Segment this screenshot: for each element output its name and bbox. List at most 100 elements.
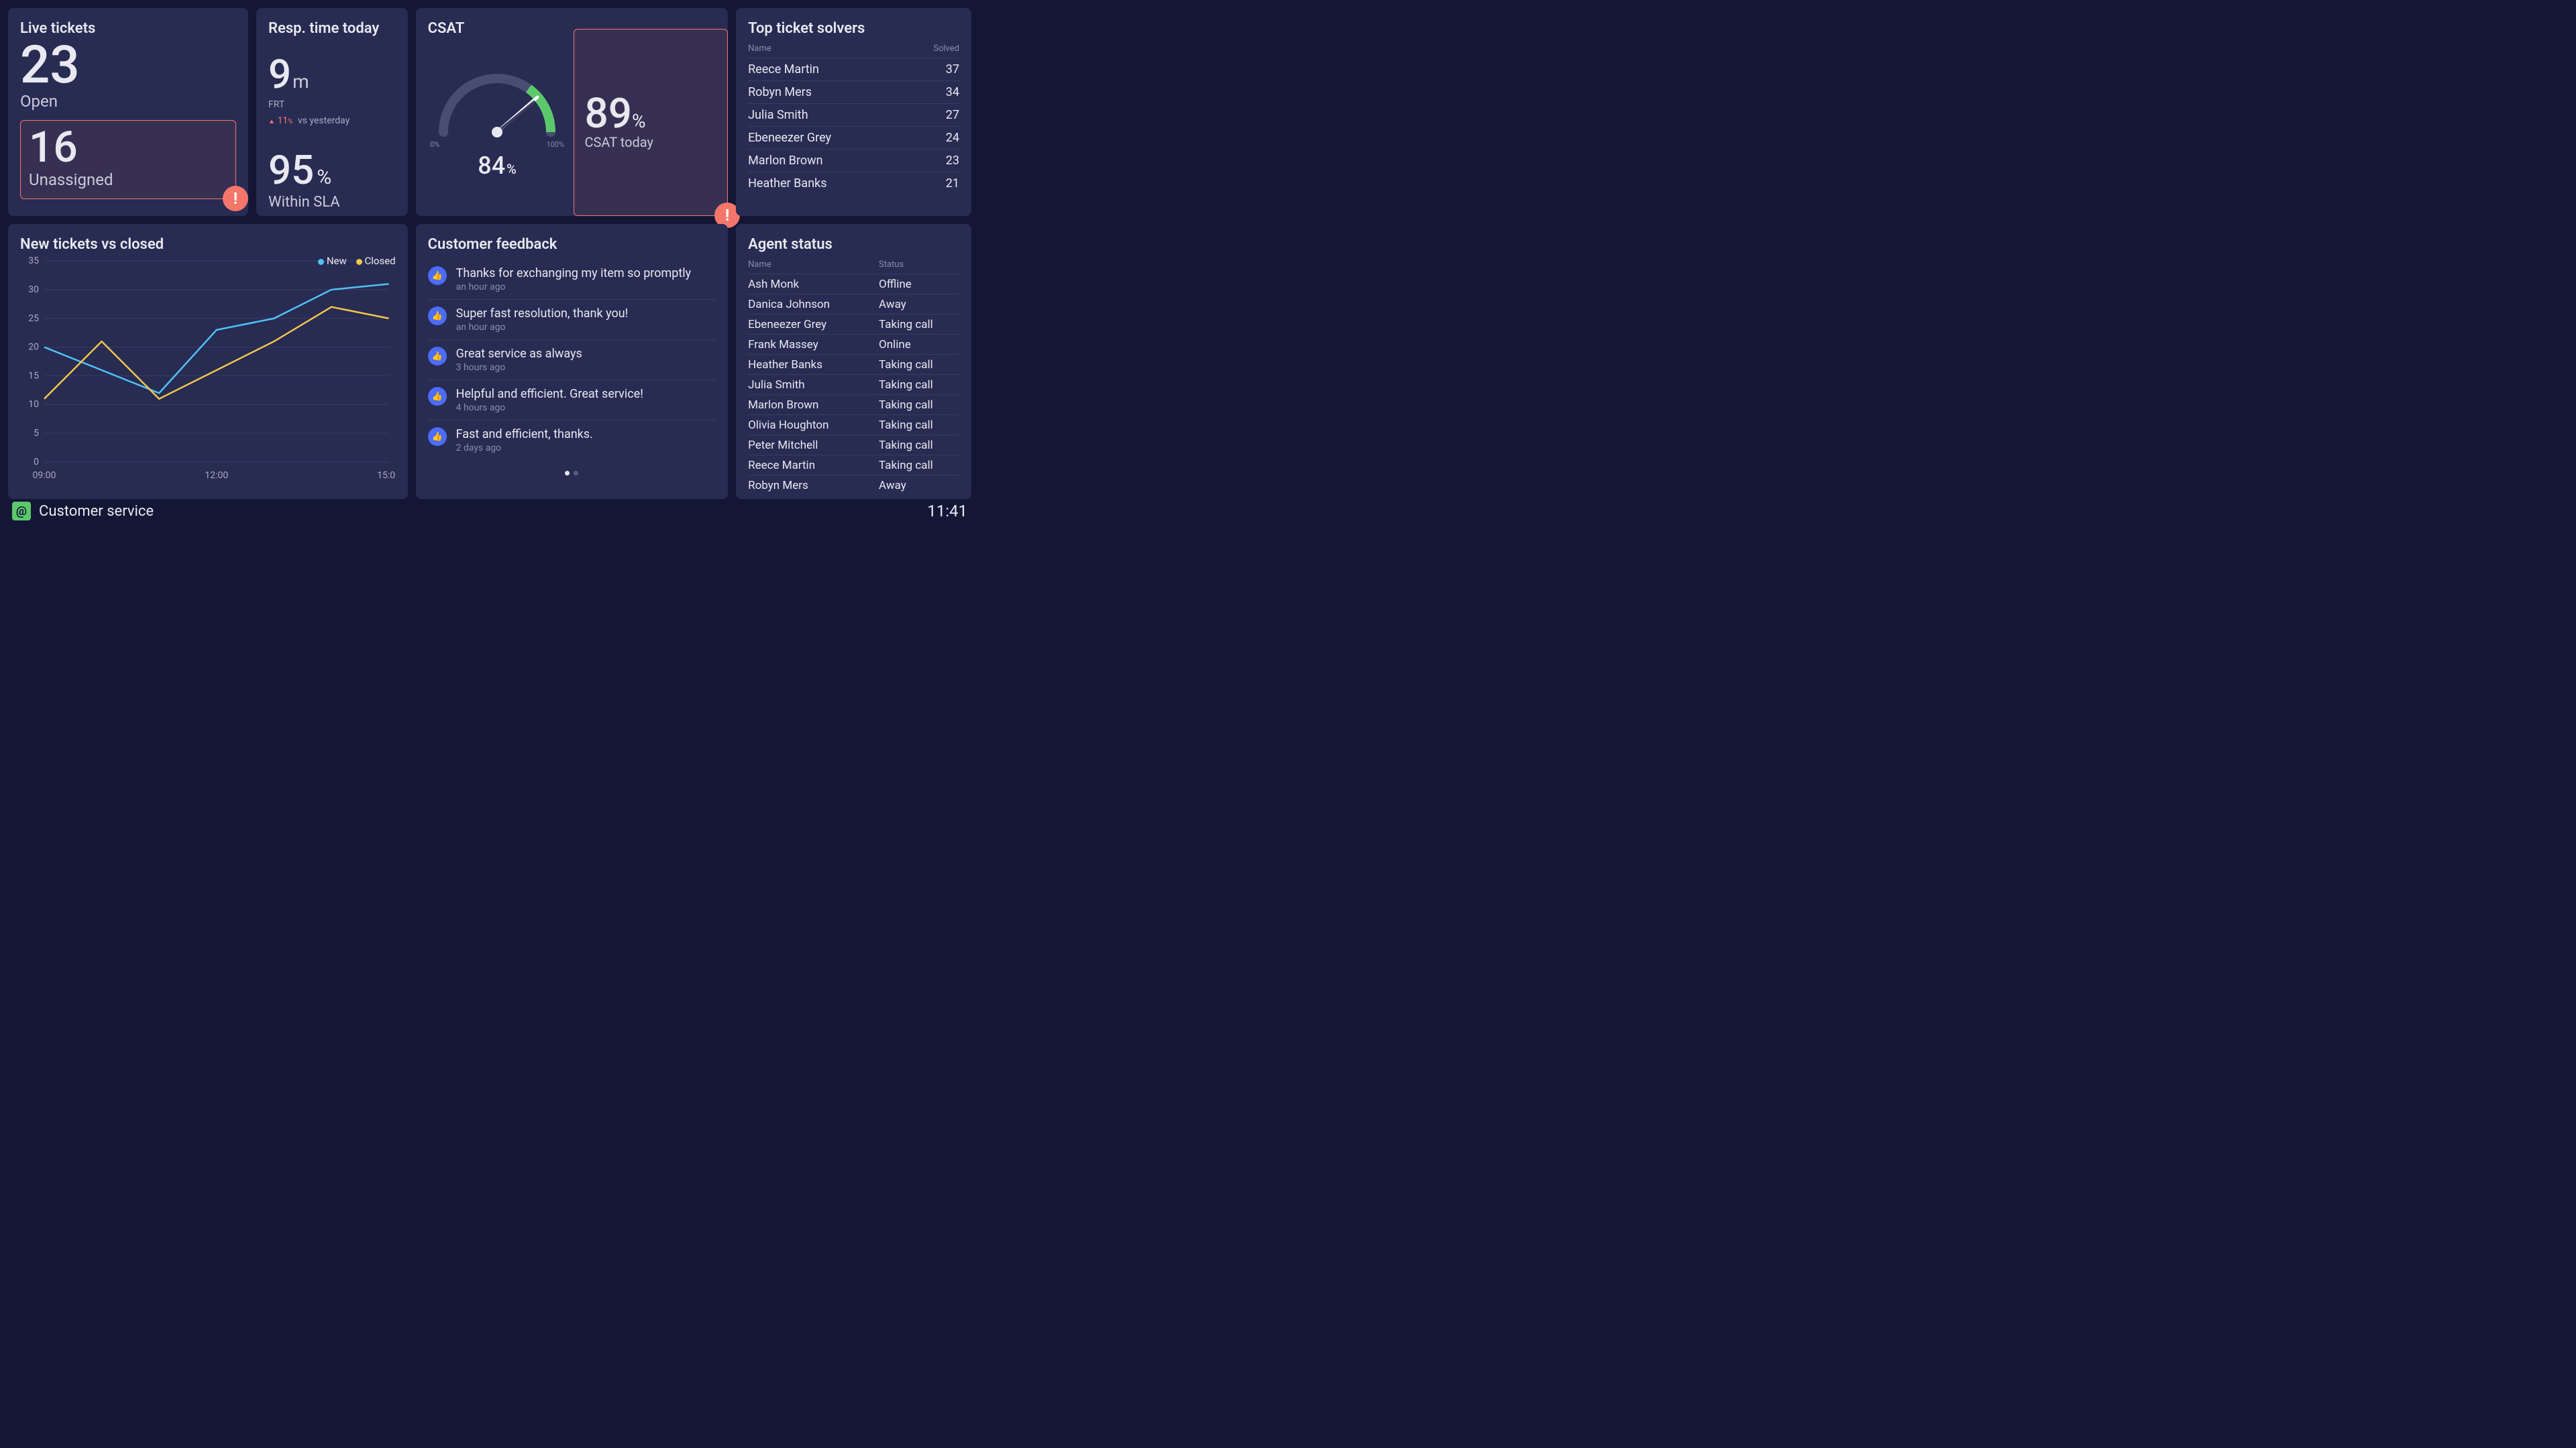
table-row: Heather Banks 21 [748,172,959,194]
table-row: Robyn MersAway [748,476,959,495]
delta-compare: vs yesterday [298,115,350,126]
agent-status-value: Online [879,338,959,351]
agent-status-value: Offline [879,278,959,291]
card-title: New tickets vs closed [20,236,396,253]
solver-name: Robyn Mers [748,85,812,99]
csat-today-label: CSAT today [585,134,717,150]
feedback-text: Super fast resolution, thank you! [456,307,629,321]
feedback-time: 3 hours ago [456,362,582,373]
agent-status-value: Taking call [879,419,959,432]
live-tickets-card: Live tickets 23 Open 16 Unassigned ! [8,8,248,216]
card-title: Resp. time today [268,20,396,37]
svg-text:0: 0 [34,457,39,467]
agent-name: Frank Massey [748,338,818,351]
table-row: Reece Martin 37 [748,58,959,81]
feedback-time: 2 days ago [456,443,593,453]
agent-name: Robyn Mers [748,479,808,492]
svg-text:12:00: 12:00 [205,470,228,481]
solver-count: 37 [946,62,959,76]
feedback-text: Fast and efficient, thanks. [456,427,593,441]
dashboard-title: Customer service [39,503,154,520]
solver-count: 24 [946,131,959,145]
feedback-item: 👍 Thanks for exchanging my item so prompt… [428,260,716,300]
table-row: Danica JohnsonAway [748,294,959,315]
feedback-text: Thanks for exchanging my item so promptl… [456,266,692,280]
alert-icon: ! [223,186,248,211]
solver-name: Ebeneezer Grey [748,131,831,145]
card-title: Agent status [748,236,959,253]
sla-label: Within SLA [268,194,396,211]
top-solvers-card: Top ticket solvers Name Solved Reece Mar… [736,8,971,216]
solver-count: 34 [946,85,959,99]
solver-count: 23 [946,154,959,168]
unassigned-alert-block: 16 Unassigned ! [20,120,236,199]
frt-value: 9 [268,50,291,98]
csat-today-alert-block: 89% CSAT today ! [574,29,729,216]
svg-text:35: 35 [28,257,39,266]
svg-text:09:00: 09:00 [33,470,56,481]
card-title: Customer feedback [428,236,716,253]
svg-text:25: 25 [28,313,39,324]
solver-count: 21 [946,176,959,190]
agent-status-card: Agent status Name Status Ash Monk Offline… [736,224,971,499]
frt-delta: ▲ 11% vs yesterday [268,115,396,126]
table-header: Name Status [748,257,959,274]
agent-status-value: Taking call [879,318,959,331]
agent-status-value: Taking call [879,358,959,372]
feedback-time: an hour ago [456,282,692,292]
clock: 11:41 [927,502,967,520]
gauge-value: 84% [478,152,517,180]
table-row: Peter Mitchell Taking call [748,435,959,455]
solver-name: Reece Martin [748,62,819,76]
csat-gauge: 0% 100% 84% [428,41,567,204]
table-header: Name Solved [748,41,959,58]
table-row: Julia SmithTaking call [748,375,959,395]
table-row: Ash Monk Offline [748,274,959,294]
pagination-dots[interactable] [428,465,716,478]
agent-name: Heather Banks [748,358,822,372]
logo-icon: @ [12,502,31,520]
triangle-up-icon: ▲ [268,118,275,125]
open-tickets-value: 23 [20,41,236,91]
line-chart: 0510152025303509:0012:0015:00 [20,257,396,485]
feedback-item: 👍 Great service as always3 hours ago [428,340,716,380]
feedback-time: an hour ago [456,322,629,333]
feedback-text: Great service as always [456,347,582,361]
agent-status-value: Taking call [879,459,959,472]
thumbs-up-icon: 👍 [428,347,447,366]
agent-name: Peter Mitchell [748,439,818,452]
legend-dot-new [318,259,324,265]
table-row: Robyn Mers 34 [748,81,959,104]
response-time-card: Resp. time today 9m FRT ▲ 11% vs yesterd… [256,8,408,216]
solver-count: 27 [946,108,959,122]
page-dot[interactable] [574,471,578,476]
agent-status-value: Taking call [879,398,959,412]
agent-name: Olivia Houghton [748,419,828,432]
svg-text:5: 5 [34,428,39,439]
agent-name: Ash Monk [748,278,799,291]
solver-name: Heather Banks [748,176,826,190]
table-row: Ebeneezer Grey 24 [748,127,959,150]
thumbs-up-icon: 👍 [428,266,447,285]
thumbs-up-icon: 👍 [428,387,447,406]
delta-value: 11 [277,115,288,126]
agent-status-value: Away [879,298,959,311]
table-row: Olivia Houghton Taking call [748,415,959,435]
solver-name: Marlon Brown [748,154,823,168]
csat-today-value: 89 [585,89,632,138]
feedback-text: Helpful and efficient. Great service! [456,387,643,401]
page-dot-active[interactable] [565,471,570,476]
feedback-item: 👍Super fast resolution, thank you!an hou… [428,300,716,340]
agent-status-value: Taking call [879,439,959,452]
table-row: Heather Banks Taking call [748,355,959,375]
table-row: Julia Smith27 [748,104,959,127]
feedback-card: Customer feedback 👍 Thanks for exchanging… [416,224,728,499]
svg-text:15:00: 15:00 [377,470,395,481]
table-row: Ebeneezer GreyTaking call [748,315,959,335]
svg-text:10: 10 [28,399,39,410]
thumbs-up-icon: 👍 [428,427,447,446]
open-tickets-label: Open [20,92,236,111]
sla-pct: % [317,166,331,189]
table-row: Frank Massey Online [748,335,959,355]
table-row: Marlon Brown 23 [748,150,959,172]
